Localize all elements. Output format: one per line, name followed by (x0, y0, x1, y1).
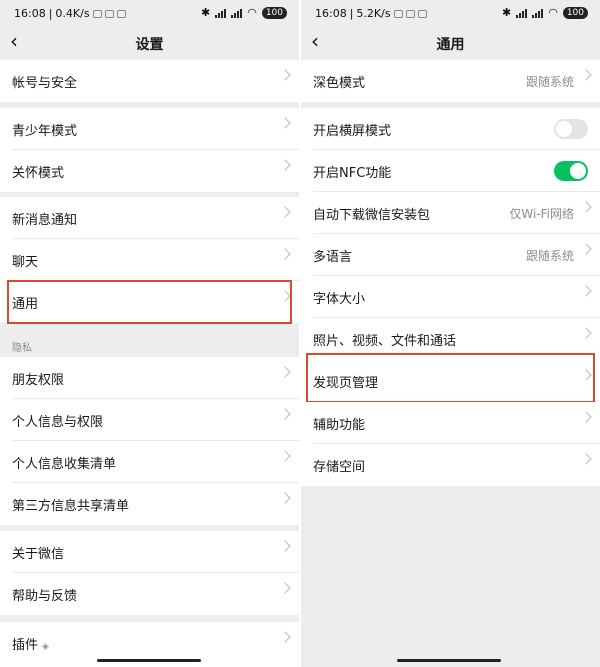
list-item-font-size[interactable]: 字体大小 (301, 276, 600, 318)
item-label: 开启横屏模式 (313, 124, 392, 139)
notification-icon (116, 9, 126, 18)
chevron-right-icon (279, 248, 291, 260)
item-label: 存储空间 (313, 460, 366, 475)
nav-bar: ‹ 通用 (301, 28, 600, 58)
item-label: 关于微信 (12, 547, 65, 562)
list-item-notifications[interactable]: 新消息通知 (0, 197, 299, 239)
item-label: 朋友权限 (12, 373, 65, 388)
nfc-toggle[interactable] (554, 161, 588, 181)
chevron-right-icon (580, 243, 592, 255)
page-title: 通用 (436, 37, 465, 53)
item-value: 跟随系统 (525, 75, 574, 89)
item-label: 帮助与反馈 (12, 589, 78, 604)
list-item-personal-info[interactable]: 个人信息与权限 (0, 399, 299, 441)
section-header-privacy: 隐私 (12, 343, 32, 354)
notification-icon (92, 9, 102, 18)
item-label: 青少年模式 (12, 124, 78, 139)
shield-icon: ◈ (42, 642, 49, 652)
item-label: 第三方信息共享清单 (12, 499, 130, 514)
list-item-third-party-sharing[interactable]: 第三方信息共享清单 (0, 483, 299, 525)
list-item-friend-permissions[interactable]: 朋友权限 (0, 357, 299, 399)
item-label: 多语言 (313, 250, 353, 265)
item-label: 开启NFC功能 (313, 166, 392, 181)
chevron-right-icon (580, 285, 592, 297)
signal-icon (532, 8, 544, 18)
item-label: 个人信息收集清单 (12, 457, 117, 472)
item-label: 深色模式 (313, 76, 366, 91)
chevron-right-icon (279, 450, 291, 462)
item-label: 插件 ◈ (12, 638, 49, 653)
chevron-right-icon (279, 408, 291, 420)
chevron-right-icon (279, 631, 291, 643)
item-label: 关怀模式 (12, 166, 65, 181)
notification-icon (417, 9, 427, 18)
item-label: 字体大小 (313, 292, 366, 307)
settings-screen: 16:08 | 0.4K/s ✱ ◠ 100 ‹ 设置 帐号与安全 青少年模式 … (0, 0, 299, 667)
status-time: 16:08 (14, 7, 46, 20)
highlight-box (306, 353, 595, 403)
notification-icon (104, 9, 114, 18)
chevron-right-icon (279, 206, 291, 218)
chevron-right-icon (279, 366, 291, 378)
battery-icon: 100 (261, 6, 287, 19)
item-label: 自动下载微信安装包 (313, 208, 431, 223)
item-label: 聊天 (12, 255, 39, 270)
item-label: 帐号与安全 (12, 76, 78, 91)
list-item-language[interactable]: 多语言 跟随系统 (301, 234, 600, 276)
signal-icon (516, 8, 528, 18)
status-bar: 16:08 | 5.2K/s ✱ ◠ 100 (301, 0, 600, 28)
notification-icon (393, 9, 403, 18)
list-item-chat[interactable]: 聊天 (0, 239, 299, 281)
landscape-toggle[interactable] (554, 119, 588, 139)
chevron-right-icon (279, 540, 291, 552)
chevron-right-icon (279, 69, 291, 81)
chevron-right-icon (279, 492, 291, 504)
general-settings-screen: 16:08 | 5.2K/s ✱ ◠ 100 ‹ 通用 深色模式 跟随系统 开启… (301, 0, 600, 667)
wifi-icon: ◠ (548, 6, 558, 19)
status-time: 16:08 (315, 7, 347, 20)
network-speed: 0.4K/s (55, 7, 90, 20)
bluetooth-icon: ✱ (200, 6, 211, 19)
item-label: 照片、视频、文件和通话 (313, 334, 457, 349)
notification-icon (405, 9, 415, 18)
list-item-dark-mode[interactable]: 深色模式 跟随系统 (301, 60, 600, 102)
network-speed: 5.2K/s (356, 7, 391, 20)
highlight-box (7, 280, 292, 324)
item-label: 辅助功能 (313, 418, 366, 433)
chevron-right-icon (279, 582, 291, 594)
list-item-nfc: 开启NFC功能 (301, 150, 600, 192)
battery-icon: 100 (562, 6, 588, 19)
chevron-right-icon (580, 411, 592, 423)
list-item-landscape-mode: 开启横屏模式 (301, 108, 600, 150)
chevron-right-icon (580, 327, 592, 339)
nav-bar: ‹ 设置 (0, 28, 299, 58)
list-item-care-mode[interactable]: 关怀模式 (0, 150, 299, 192)
chevron-right-icon (279, 159, 291, 171)
chevron-right-icon (580, 69, 592, 81)
home-indicator (97, 659, 201, 662)
signal-icon (231, 8, 243, 18)
page-title: 设置 (135, 37, 164, 53)
list-item-info-collection[interactable]: 个人信息收集清单 (0, 441, 299, 483)
list-item-accessibility[interactable]: 辅助功能 (301, 402, 600, 444)
list-item-storage[interactable]: 存储空间 (301, 444, 600, 486)
item-value: 仅Wi-Fi网络 (509, 207, 574, 221)
chevron-right-icon (580, 201, 592, 213)
chevron-right-icon (580, 453, 592, 465)
bluetooth-icon: ✱ (501, 6, 512, 19)
item-value: 跟随系统 (525, 249, 574, 263)
status-bar: 16:08 | 0.4K/s ✱ ◠ 100 (0, 0, 299, 28)
home-indicator (397, 659, 501, 662)
list-item-about[interactable]: 关于微信 (0, 531, 299, 573)
list-item-help-feedback[interactable]: 帮助与反馈 (0, 573, 299, 615)
wifi-icon: ◠ (247, 6, 257, 19)
list-item-account-security[interactable]: 帐号与安全 (0, 60, 299, 102)
chevron-right-icon (279, 117, 291, 129)
item-label: 新消息通知 (12, 213, 78, 228)
list-item-auto-download[interactable]: 自动下载微信安装包 仅Wi-Fi网络 (301, 192, 600, 234)
list-item-teen-mode[interactable]: 青少年模式 (0, 108, 299, 150)
signal-icon (215, 8, 227, 18)
item-label: 个人信息与权限 (12, 415, 104, 430)
